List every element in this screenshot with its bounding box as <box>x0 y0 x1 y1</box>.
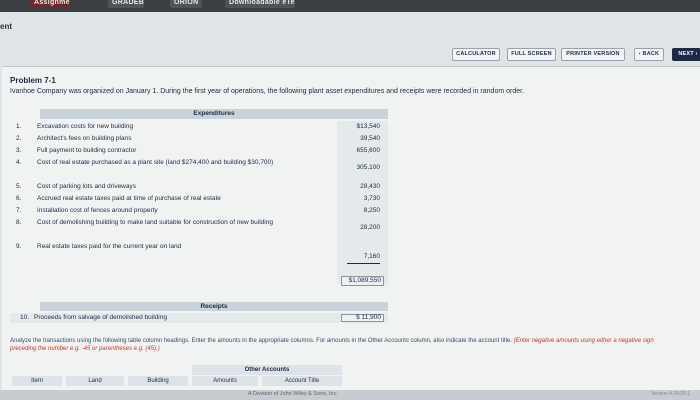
back-button[interactable]: ‹ BACK <box>634 48 664 61</box>
row-amount: 3,730 <box>363 195 380 202</box>
row-amount: 39,540 <box>360 135 380 142</box>
row-number: 4. <box>16 159 22 166</box>
row-amount: 305,100 <box>356 164 381 171</box>
instructions-text: Analyze the transactions using the follo… <box>10 338 512 344</box>
row-description: Full payment to building contractor <box>37 147 137 154</box>
column-land: Land <box>66 376 124 386</box>
row-description: Accrued real estate taxes paid at time o… <box>37 195 221 202</box>
row-number: 1. <box>16 123 22 130</box>
total-rule <box>347 263 380 264</box>
row-amount: 28,200 <box>360 224 380 231</box>
row-number: 3. <box>16 147 22 154</box>
row-number: 2. <box>16 135 22 142</box>
calculator-button[interactable]: CALCULATOR <box>452 48 500 61</box>
next-button[interactable]: NEXT › <box>672 48 700 61</box>
printer-version-button[interactable]: PRINTER VERSION <box>561 48 625 61</box>
row-amount: 8,250 <box>363 207 380 214</box>
row-description: Cost of real estate purchased as a plant… <box>37 159 274 166</box>
row-amount: $ 11,900 <box>341 314 384 322</box>
tab-assignment[interactable]: Assignment <box>30 0 70 8</box>
breadcrumb: ent <box>0 22 12 31</box>
row-number: 9. <box>16 243 22 250</box>
row-description: Excavation costs for new building <box>37 123 134 130</box>
row-amount: 655,600 <box>356 147 381 154</box>
column-account-title: Account Title <box>262 376 342 386</box>
column-amounts: Amounts <box>192 376 258 386</box>
row-description: Cost of demolishing building to make lan… <box>37 219 273 226</box>
version-label: Version 4.24.20.1 <box>651 391 690 397</box>
expenditures-total: $1,089,550 <box>341 276 384 286</box>
tab-gradebook[interactable]: GRADEBOOK <box>108 0 144 8</box>
row-number: 7. <box>16 207 22 214</box>
row-description: Proceeds from salvage of demolished buil… <box>34 314 167 321</box>
tab-ebook[interactable]: Downloadable eTextbook <box>225 0 295 8</box>
row-amount: 28,430 <box>360 183 380 190</box>
row-amount: 7,160 <box>363 253 380 260</box>
row-number: 6. <box>16 195 22 202</box>
problem-description: Ivanhoe Company was organized on January… <box>10 88 525 95</box>
problem-title: Problem 7-1 <box>10 76 56 85</box>
row-number: 10. <box>20 314 30 321</box>
column-building: Building <box>128 376 188 386</box>
row-number: 8. <box>16 219 22 226</box>
tab-orion[interactable]: ORION <box>170 0 202 8</box>
full-screen-button[interactable]: FULL SCREEN <box>507 48 556 61</box>
footer-copyright: A Division of John Wiley & Sons, Inc. <box>248 391 338 397</box>
row-description: Architect's fees on building plans <box>37 135 132 142</box>
row-description: Cost of parking lots and driveways <box>37 183 136 190</box>
footer-bar <box>0 390 700 400</box>
problem-panel: Problem 7-1 Ivanhoe Company was organize… <box>2 66 700 400</box>
row-number: 5. <box>16 183 22 190</box>
receipts-row: 10. Proceeds from salvage of demolished … <box>10 313 388 323</box>
row-description: Real estate taxes paid for the current y… <box>37 243 182 250</box>
receipts-header: Receipts <box>40 302 388 311</box>
instructions: Analyze the transactions using the follo… <box>10 337 680 353</box>
row-amount: $13,540 <box>356 123 381 130</box>
row-description: Installation cost of fences around prope… <box>37 207 158 214</box>
other-accounts-header: Other Accounts <box>192 365 342 375</box>
top-nav-bar: Assignment GRADEBOOK ORION Downloadable … <box>0 0 700 12</box>
expenditures-header: Expenditures <box>40 109 388 119</box>
column-item: Item <box>12 376 62 386</box>
